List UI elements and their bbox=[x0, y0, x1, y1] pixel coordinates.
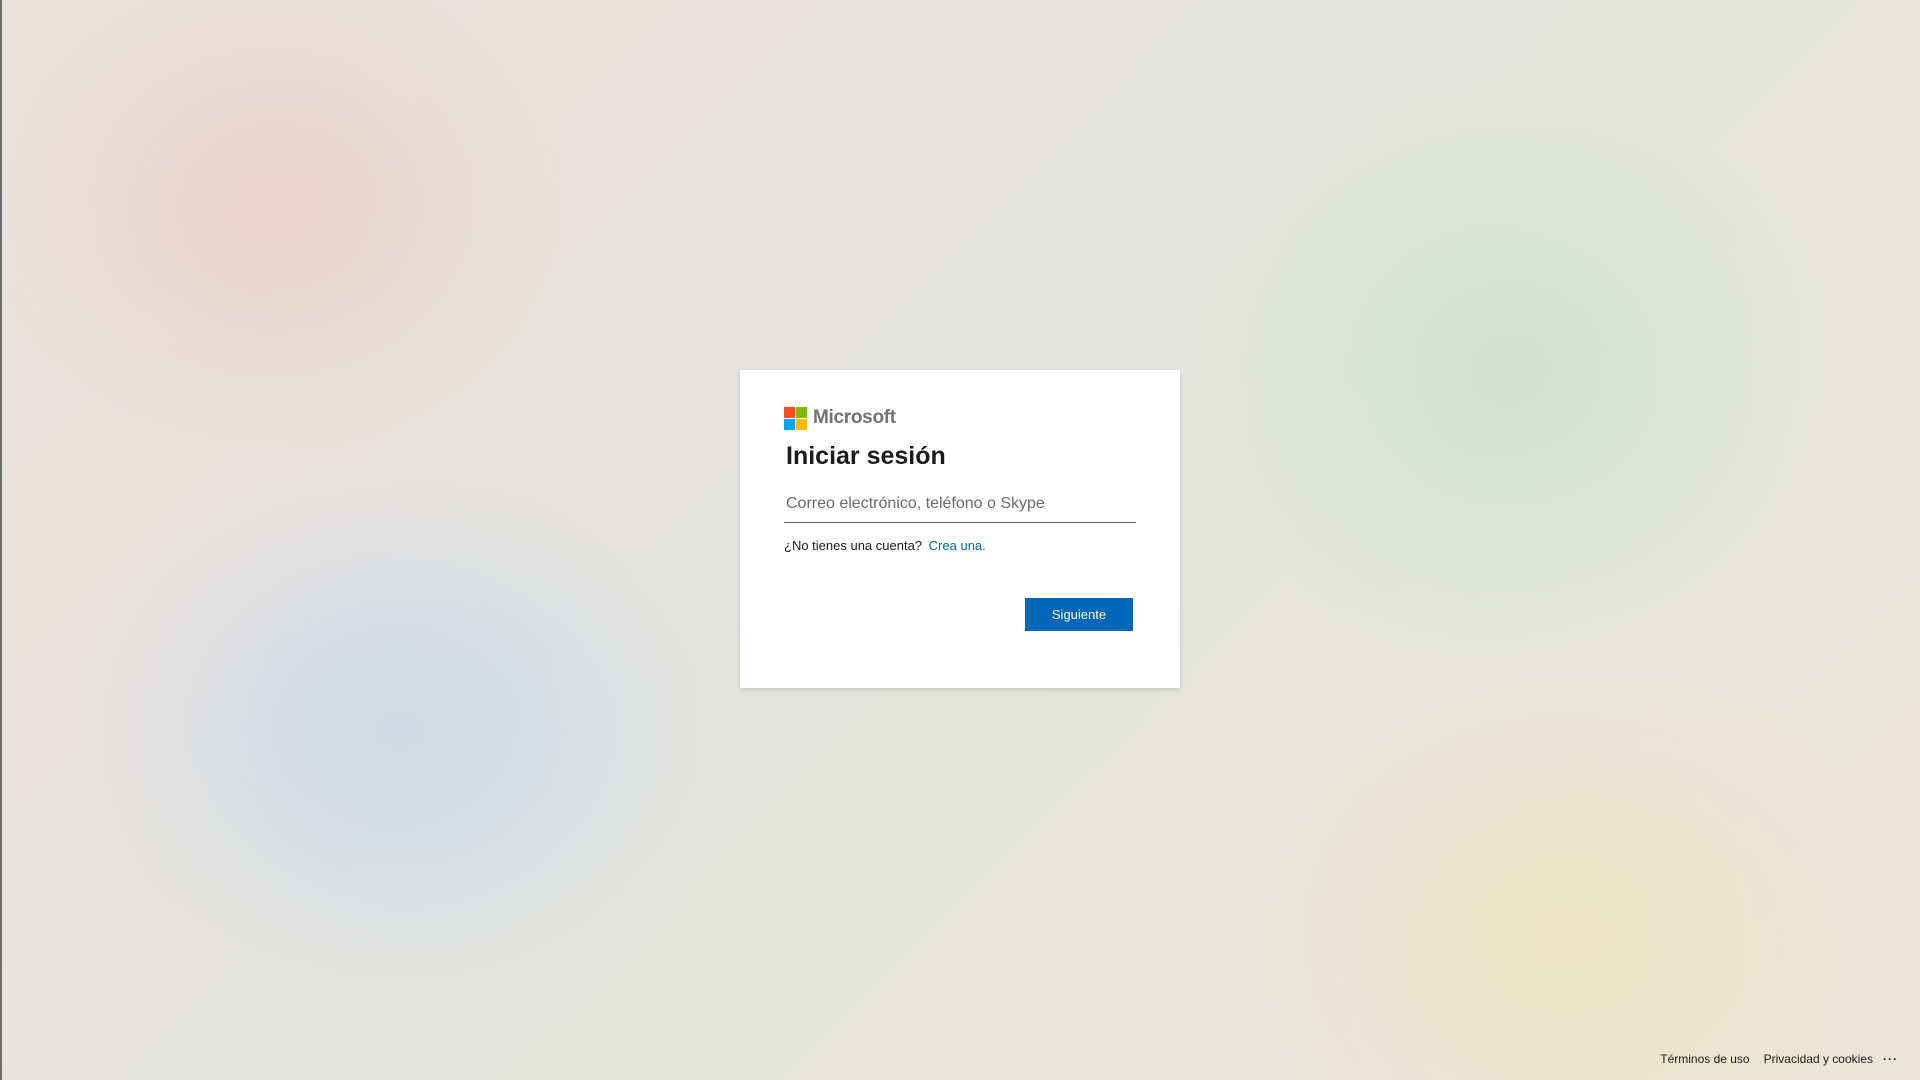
terms-link[interactable]: Términos de uso bbox=[1660, 1052, 1749, 1066]
window-left-edge bbox=[0, 0, 2, 1080]
brand-logo: Microsoft bbox=[784, 406, 1136, 430]
create-link-suffix: . bbox=[982, 538, 986, 553]
signin-card: Microsoft Iniciar sesión ¿No tienes una … bbox=[740, 370, 1180, 688]
footer: Términos de uso Privacidad y cookies ··· bbox=[1646, 1052, 1898, 1066]
more-options-icon[interactable]: ··· bbox=[1883, 1053, 1898, 1065]
signup-prompt: ¿No tienes una cuenta? Crea una. bbox=[784, 538, 1136, 553]
button-row: Siguiente bbox=[1025, 598, 1133, 631]
no-account-text: ¿No tienes una cuenta? bbox=[784, 538, 923, 553]
next-button[interactable]: Siguiente bbox=[1025, 598, 1133, 631]
privacy-link[interactable]: Privacidad y cookies bbox=[1764, 1052, 1873, 1066]
email-field[interactable] bbox=[784, 495, 1136, 513]
page-title: Iniciar sesión bbox=[786, 442, 946, 470]
brand-name: Microsoft bbox=[813, 407, 896, 428]
email-field-container bbox=[784, 486, 1136, 523]
create-account-link[interactable]: Crea una bbox=[929, 538, 982, 553]
microsoft-logo-icon bbox=[784, 406, 807, 430]
